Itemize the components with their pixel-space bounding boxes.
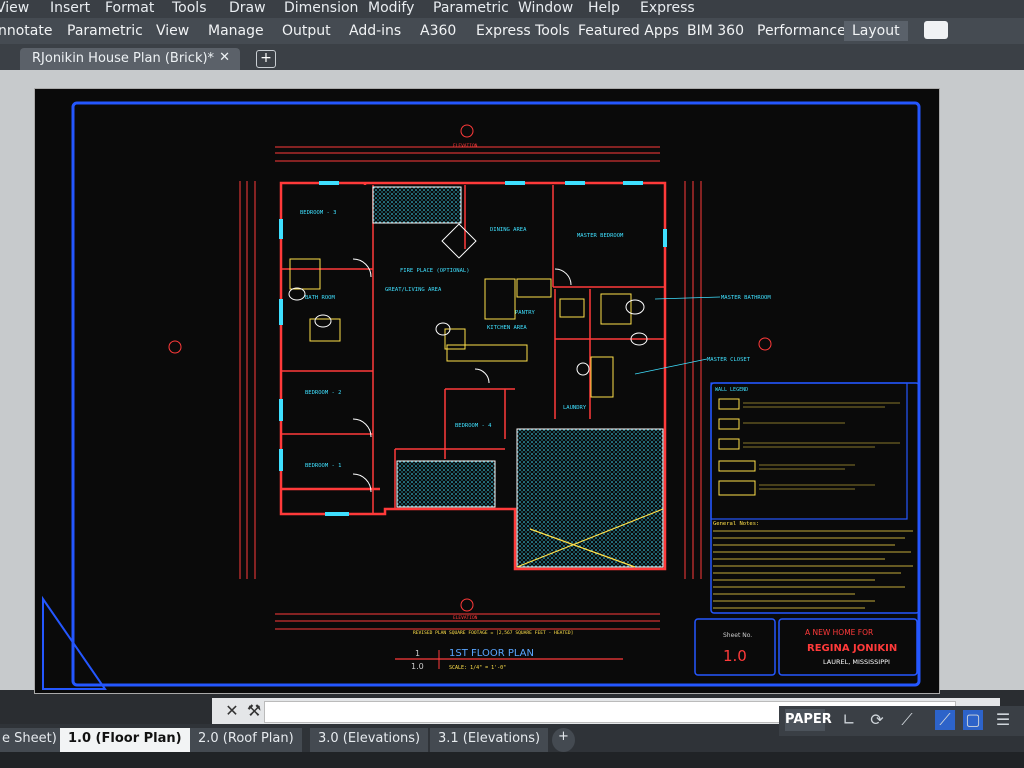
label-pantry: PANTRY (515, 310, 536, 316)
file-tab-title: RJonikin House Plan (Brick)* (32, 51, 215, 66)
ribbon-tab-parametric[interactable]: Parametric (67, 23, 143, 39)
menu-format[interactable]: Format (105, 0, 154, 16)
ribbon-options-icon[interactable] (924, 21, 948, 39)
label-dining: DINING AREA (490, 227, 527, 233)
osnap-icon[interactable]: ⟋ (897, 710, 917, 730)
ribbon-tab-view[interactable]: View (156, 23, 189, 39)
menu-help[interactable]: Help (588, 0, 620, 16)
label-bath: BATH ROOM (305, 295, 335, 301)
menu-parametric[interactable]: Parametric (433, 0, 509, 16)
ribbon-tab-bim360[interactable]: BIM 360 (687, 23, 744, 39)
windows-taskbar (0, 752, 1024, 768)
snap-icon[interactable]: ∟ (839, 710, 859, 730)
label-bedroom-3: BEDROOM - 3 (300, 210, 336, 216)
ribbon-tab-manage[interactable]: Manage (208, 23, 264, 39)
title-block-location: LAUREL, MISSISSIPPI (823, 658, 890, 666)
status-bar: PAPER ∟ ⟳ ⟋ ⟋ ▢ ☰ (779, 706, 1024, 736)
add-layout-button[interactable]: + (552, 728, 575, 752)
label-bedroom-4: BEDROOM - 4 (455, 423, 492, 429)
paper-sheet[interactable]: BEDROOM - 3 DINING AREA MASTER BEDROOM F… (34, 88, 940, 694)
general-notes-title: General Notes: (713, 521, 759, 527)
label-master-closet: MASTER CLOSET (707, 357, 751, 363)
menu-insert[interactable]: Insert (50, 0, 90, 16)
plan-scale: SCALE: 1/4" = 1'-0" (449, 665, 506, 671)
label-bedroom-1: BEDROOM - 1 (305, 463, 341, 469)
close-icon[interactable]: ✕ (219, 50, 230, 65)
menu-view[interactable]: View (0, 0, 29, 16)
front-porch (372, 186, 462, 224)
ribbon-tabs: nnotate Parametric View Manage Output Ad… (0, 18, 1024, 44)
legend-title: WALL LEGEND (715, 387, 748, 393)
plan-title-text: 1ST FLOOR PLAN (449, 648, 534, 659)
label-master-bedroom: MASTER BEDROOM (577, 233, 624, 239)
customize-icon[interactable]: ☰ (993, 710, 1013, 730)
label-bedroom-2: BEDROOM - 2 (305, 390, 341, 396)
elev-top: ELEVATION (453, 143, 478, 149)
menu-window[interactable]: Window (518, 0, 573, 16)
annotation-icon[interactable]: ▢ (963, 710, 983, 730)
rear-patio (396, 460, 496, 508)
plan-number-top: 1 (415, 649, 420, 658)
ribbon-tab-featured-apps[interactable]: Featured Apps (578, 23, 679, 39)
revised-plan-note: REVISED PLAN SQUARE FOOTAGE = [2,567 SQU… (413, 630, 573, 636)
file-tab-rjonikin[interactable]: RJonikin House Plan (Brick)* ✕ (20, 48, 240, 70)
paper-space-button[interactable]: PAPER (785, 709, 832, 731)
ribbon-tab-output[interactable]: Output (282, 23, 331, 39)
menu-draw[interactable]: Draw (229, 0, 266, 16)
floor-plan-drawing: BEDROOM - 3 DINING AREA MASTER BEDROOM F… (35, 89, 939, 693)
ribbon-tab-performance[interactable]: Performance (757, 23, 846, 39)
menu-bar: View Insert Format Tools Draw Dimension … (0, 0, 1024, 18)
ribbon-tab-layout[interactable]: Layout (844, 21, 908, 41)
menu-tools[interactable]: Tools (172, 0, 207, 16)
sheet-no-value: 1.0 (723, 647, 747, 665)
close-icon[interactable]: ✕ (220, 698, 244, 724)
ribbon-tab-add-ins[interactable]: Add-ins (349, 23, 401, 39)
ribbon-tab-express-tools[interactable]: Express Tools (476, 23, 570, 39)
label-fireplace: FIRE PLACE (OPTIONAL) (400, 268, 470, 274)
menu-dimension[interactable]: Dimension (284, 0, 358, 16)
menu-modify[interactable]: Modify (368, 0, 414, 16)
ribbon-tab-annotate[interactable]: nnotate (0, 23, 52, 39)
sheet-no-label: Sheet No. (723, 632, 752, 639)
garage-slab (516, 428, 664, 568)
label-kitchen: KITCHEN AREA (487, 325, 527, 331)
label-laundry: LAUNDRY (563, 405, 587, 411)
label-great-living: GREAT/LIVING AREA (385, 287, 442, 293)
wrench-icon[interactable]: ⚒ (242, 698, 266, 724)
file-tabs: RJonikin House Plan (Brick)* ✕ (0, 44, 1024, 70)
elev-bottom: ELEVATION (453, 615, 478, 621)
ribbon-tab-a360[interactable]: A360 (420, 23, 456, 39)
plan-number-bottom: 1.0 (411, 662, 424, 671)
new-tab-button[interactable]: + (256, 50, 276, 68)
polar-tracking-icon[interactable]: ⟳ (867, 710, 887, 730)
isodraft-icon[interactable]: ⟋ (935, 710, 955, 730)
label-master-bath: MASTER BATHROOM (721, 295, 771, 301)
menu-express[interactable]: Express (640, 0, 695, 16)
title-block-name: REGINA JONIKIN (807, 643, 897, 654)
title-block-line1: A NEW HOME FOR (805, 628, 873, 637)
